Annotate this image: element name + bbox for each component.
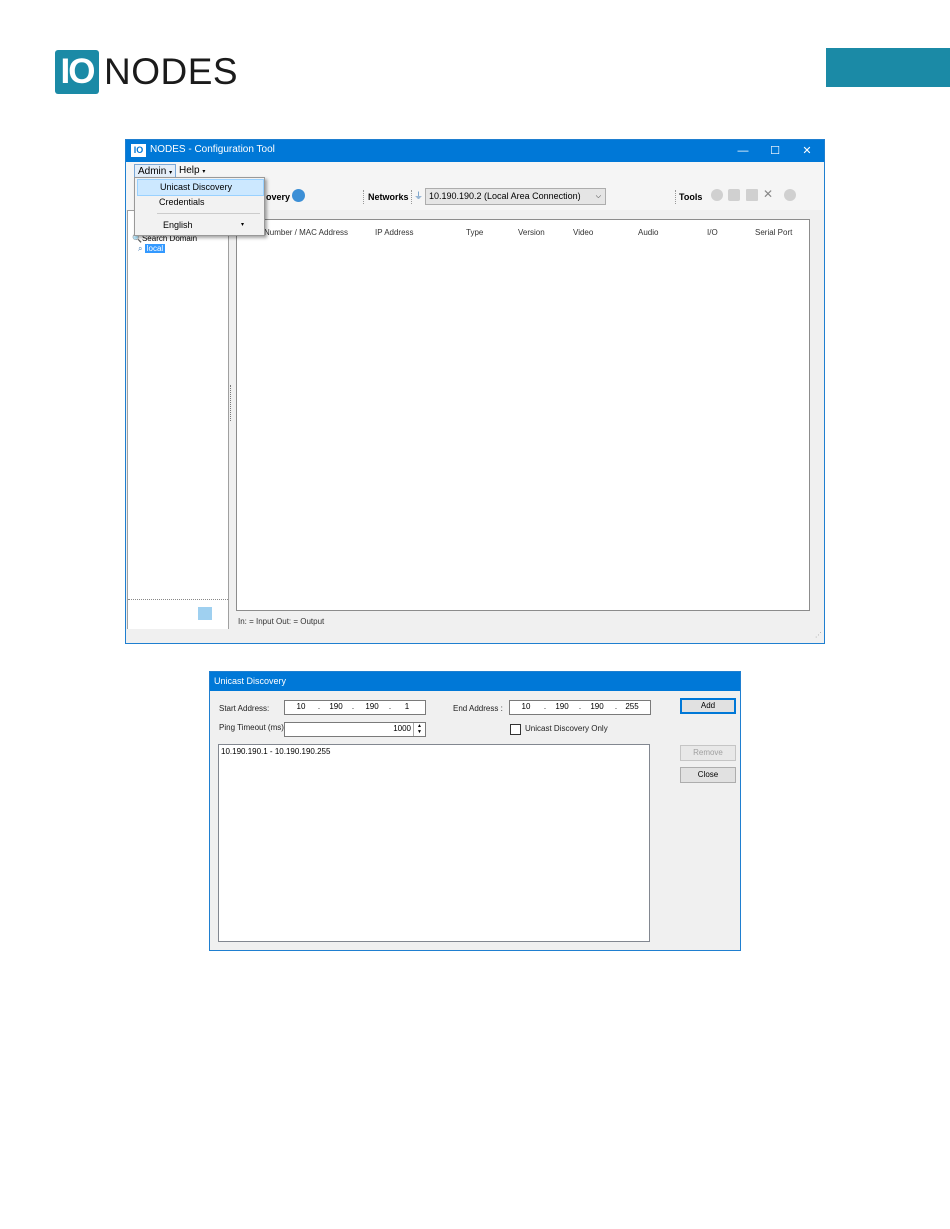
column-header-ip[interactable]: IP Address: [375, 228, 414, 237]
window-titlebar: IO NODES - Configuration Tool — ☐ ✕: [126, 140, 824, 162]
dialog-title: Unicast Discovery: [214, 676, 287, 686]
menu-separator: [157, 213, 260, 214]
octet-dot: .: [614, 702, 618, 711]
column-header-io[interactable]: I/O: [707, 228, 718, 237]
pane-splitter[interactable]: [128, 599, 228, 601]
end-octet-1: 10: [521, 702, 531, 711]
status-indicator-icon: [198, 607, 212, 620]
column-header-version[interactable]: Version: [518, 228, 545, 237]
chevron-down-icon: ⌵: [595, 193, 601, 200]
search-icon: ⌕: [138, 244, 143, 253]
menu-admin-label: Admin: [138, 166, 167, 177]
menu-item-label: English: [163, 220, 193, 230]
start-octet-3: 190: [365, 702, 379, 711]
start-octet-1: 10: [296, 702, 306, 711]
vertical-splitter[interactable]: [230, 385, 233, 421]
discovery-label: overy: [266, 192, 291, 202]
window-title: NODES - Configuration Tool: [150, 144, 275, 155]
networks-label: Networks: [368, 192, 409, 202]
list-item[interactable]: 10.190.190.1 - 10.190.190.255: [221, 747, 330, 756]
network-select-value: 10.190.190.2 (Local Area Connection): [429, 191, 581, 201]
tree-item-local[interactable]: ⌕ local: [138, 244, 166, 254]
submenu-arrow-icon: ▾: [241, 222, 245, 228]
status-bar: ⋰: [126, 629, 824, 643]
unicast-only-label: Unicast Discovery Only: [525, 724, 608, 733]
toolbar-separator: [675, 190, 676, 204]
menu-item-language[interactable]: English ▾: [137, 218, 262, 233]
menu-item-unicast-discovery[interactable]: Unicast Discovery: [137, 179, 264, 196]
start-address-input[interactable]: 10 . 190 . 190 . 1: [284, 700, 426, 715]
monitor-icon[interactable]: [746, 189, 758, 201]
device-tree-pane: 🔍Search Domain ⌕ local: [127, 210, 229, 630]
column-header-serial[interactable]: Serial Port: [755, 228, 792, 237]
add-device-icon[interactable]: [711, 189, 723, 201]
unicast-only-checkbox[interactable]: [510, 724, 521, 735]
add-button[interactable]: Add: [680, 698, 736, 714]
settings-icon[interactable]: [728, 189, 740, 201]
start-address-label: Start Address:: [219, 704, 270, 713]
refresh-icon[interactable]: [292, 189, 305, 202]
octet-dot: .: [388, 702, 392, 711]
end-address-input[interactable]: 10 . 190 . 190 . 255: [509, 700, 651, 715]
menu-help[interactable]: Help ▾: [176, 164, 208, 178]
spinner-arrows-icon[interactable]: ▲ ▼: [413, 723, 425, 736]
tools-wrench-icon[interactable]: ✕: [763, 187, 773, 201]
network-icon: ⏚: [414, 191, 424, 201]
app-icon: IO: [131, 144, 146, 157]
column-header-video[interactable]: Video: [573, 228, 593, 237]
ping-timeout-value: 1000: [393, 724, 411, 733]
octet-dot: .: [351, 702, 355, 711]
menu-item-credentials[interactable]: Credentials: [137, 195, 262, 210]
minimize-button[interactable]: —: [728, 140, 758, 162]
logo-text: NODES: [104, 51, 239, 92]
ping-timeout-input[interactable]: 1000 ▲ ▼: [284, 722, 426, 737]
unicast-discovery-dialog: Unicast Discovery Start Address: 10 . 19…: [209, 671, 741, 951]
chevron-down-icon: ▾: [169, 170, 173, 176]
end-octet-2: 190: [555, 702, 569, 711]
device-grid: Number / MAC Address IP Address Type Ver…: [236, 219, 810, 611]
column-header-audio[interactable]: Audio: [638, 228, 658, 237]
toolbar-separator: [363, 190, 364, 204]
tools-label: Tools: [679, 192, 703, 202]
menu-help-label: Help: [179, 165, 200, 176]
octet-dot: .: [578, 702, 582, 711]
tree-item-local-label: local: [144, 244, 166, 253]
close-button[interactable]: ✕: [792, 140, 822, 162]
start-octet-4: 1: [404, 702, 410, 711]
menu-item-label: Credentials: [159, 197, 205, 207]
octet-dot: .: [317, 702, 321, 711]
network-select[interactable]: ⏚ 10.190.190.2 (Local Area Connection) ⌵: [414, 188, 606, 205]
chevron-down-icon: ▾: [202, 169, 206, 175]
column-header-mac[interactable]: Number / MAC Address: [264, 228, 348, 237]
admin-dropdown-menu: Unicast Discovery Credentials English ▾: [134, 177, 265, 236]
end-octet-3: 190: [590, 702, 604, 711]
end-octet-4: 255: [625, 702, 639, 711]
maximize-button[interactable]: ☐: [760, 140, 790, 162]
remove-button[interactable]: Remove: [680, 745, 736, 761]
column-header-type[interactable]: Type: [466, 228, 483, 237]
octet-dot: .: [543, 702, 547, 711]
toolbar-separator: [411, 190, 412, 204]
legend-text: In: = Input Out: = Output: [238, 617, 325, 626]
header-accent-tab: [826, 48, 950, 87]
info-icon[interactable]: [784, 189, 796, 201]
logo-mark: IO: [55, 50, 99, 94]
end-address-label: End Address :: [453, 704, 503, 713]
ping-timeout-label: Ping Timeout (ms):: [219, 723, 287, 732]
range-list[interactable]: 10.190.190.1 - 10.190.190.255: [218, 744, 650, 942]
dialog-titlebar: Unicast Discovery: [210, 672, 740, 691]
start-octet-2: 190: [329, 702, 343, 711]
close-dialog-button[interactable]: Close: [680, 767, 736, 783]
menu-item-label: Unicast Discovery: [160, 182, 233, 192]
resize-grip-icon[interactable]: ⋰: [815, 631, 822, 639]
